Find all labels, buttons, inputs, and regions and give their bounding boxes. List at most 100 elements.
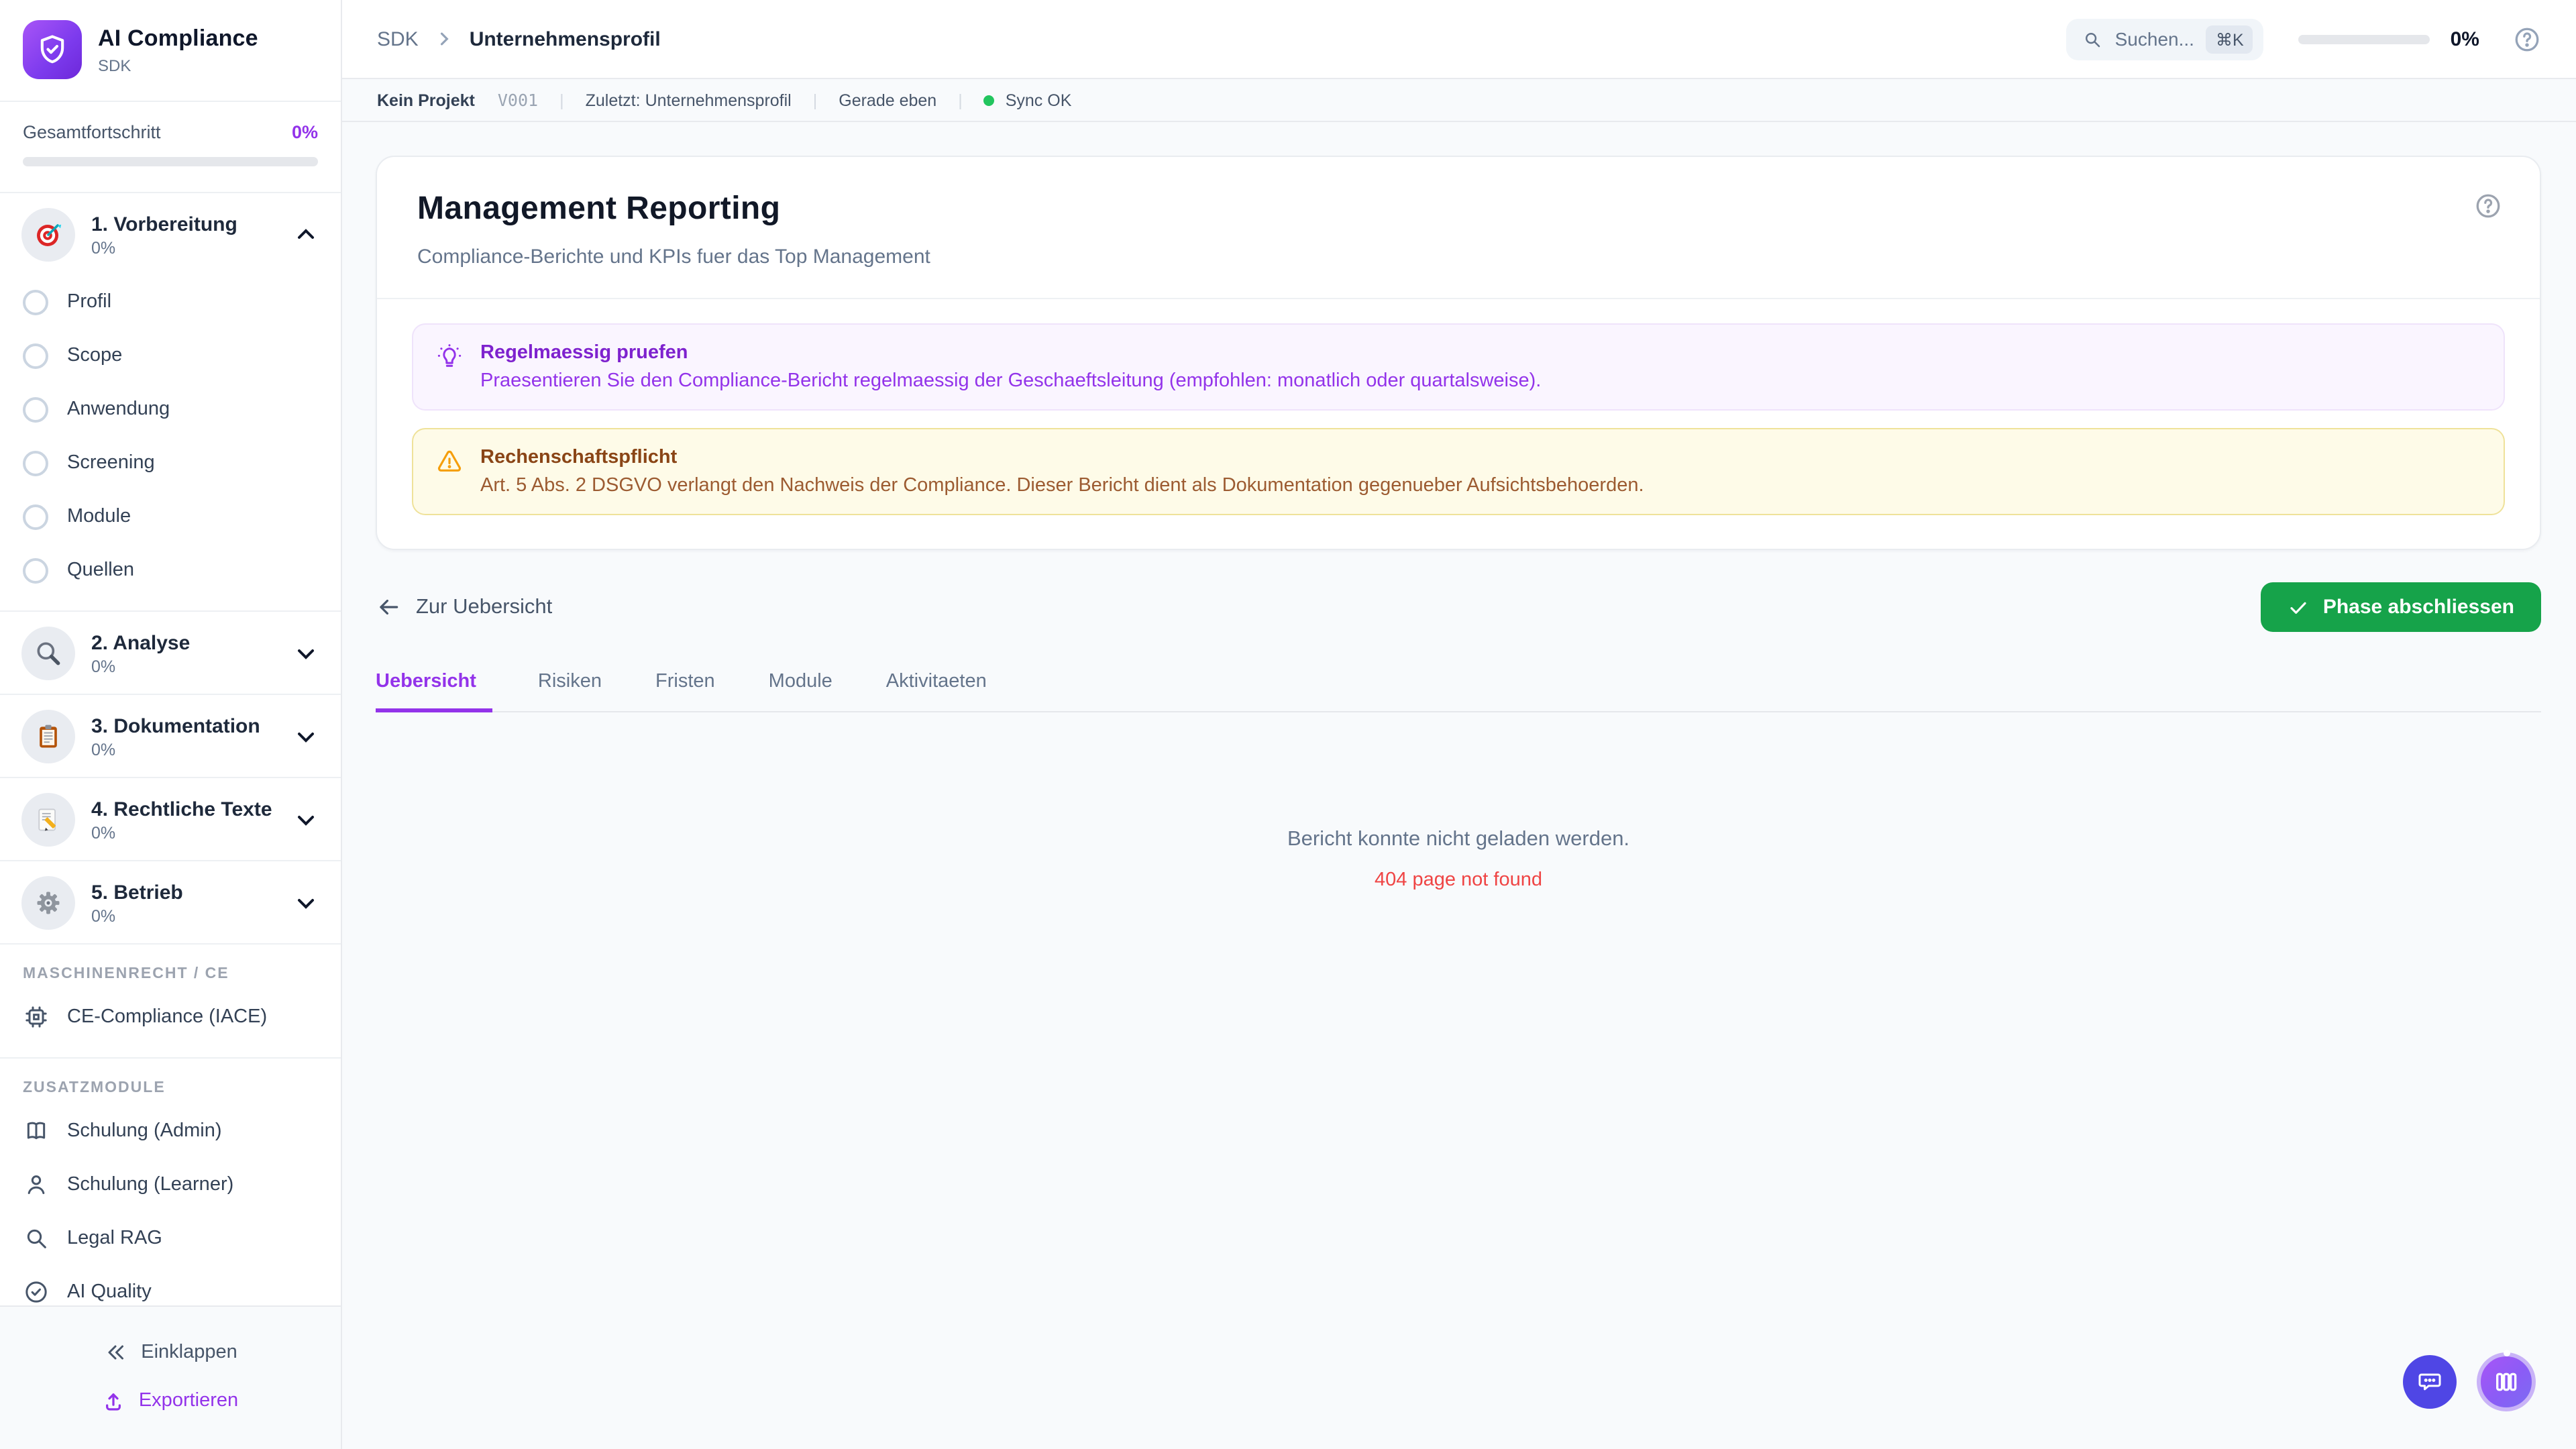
lightbulb-icon <box>436 343 463 370</box>
empty-state-message: Bericht konnte nicht geladen werden. <box>1287 828 1630 851</box>
complete-phase-button[interactable]: Phase abschliessen <box>2261 582 2541 632</box>
user-icon <box>28 1175 45 1194</box>
overall-progress: Gesamtfortschritt 0% <box>0 102 341 193</box>
sidebar-item-schulung-learner[interactable]: Schulung (Learner) <box>0 1158 341 1212</box>
tab-uebersicht[interactable]: Uebersicht <box>376 671 492 712</box>
phase-group-betrieb: 5. Betrieb 0% <box>0 861 341 945</box>
sidebar-nav: 1. Vorbereitung 0% Profil Scope Anwendun… <box>0 193 341 1305</box>
sidebar: AI Compliance SDK Gesamtfortschritt 0% 1… <box>0 0 342 1449</box>
help-circle-icon <box>2515 27 2539 51</box>
section-maschinenrecht: MASCHINENRECHT / CE CE-Compliance (IACE) <box>0 945 341 1059</box>
page-subtitle: Compliance-Berichte und KPIs fuer das To… <box>417 246 930 268</box>
help-circle-icon <box>2476 194 2500 218</box>
panel-fab-button[interactable] <box>2477 1350 2536 1411</box>
sidebar-item-legal-rag[interactable]: Legal RAG <box>0 1212 341 1265</box>
phase-label: 3. Dokumentation <box>91 714 260 737</box>
app-brand: AI Compliance SDK <box>0 0 341 102</box>
section-zusatzmodule: ZUSATZMODULE Schulung (Admin) Schulung (… <box>0 1059 341 1305</box>
chat-fab-button[interactable] <box>2403 1355 2457 1409</box>
overall-progress-bar <box>23 157 318 166</box>
export-button[interactable]: Exportieren <box>0 1377 341 1425</box>
sidebar-item-profil[interactable]: Profil <box>0 275 341 329</box>
chevron-right-icon <box>440 32 449 46</box>
phase-label: 1. Vorbereitung <box>91 213 237 235</box>
double-chevron-left-icon <box>108 1345 124 1360</box>
section-header-maschinenrecht: MASCHINENRECHT / CE <box>23 966 229 982</box>
sidebar-phase-vorbereitung[interactable]: 1. Vorbereitung 0% <box>0 193 341 275</box>
sidebar-item-anwendung[interactable]: Anwendung <box>0 382 341 436</box>
collapse-label: Einklappen <box>141 1342 237 1363</box>
tab-aktivitaeten[interactable]: Aktivitaeten <box>886 671 995 712</box>
sidebar-item-quellen[interactable]: Quellen <box>0 543 341 597</box>
memo-pencil-icon <box>21 793 75 847</box>
sidebar-item-label: CE-Compliance (IACE) <box>67 1006 268 1028</box>
search-icon <box>27 1229 46 1248</box>
tab-module[interactable]: Module <box>769 671 841 712</box>
radio-circle-icon <box>23 504 48 529</box>
sidebar-item-screening[interactable]: Screening <box>0 436 341 490</box>
radio-circle-icon <box>23 289 48 315</box>
last-saved-label: Zuletzt: <box>585 91 641 109</box>
app-title: AI Compliance <box>98 25 258 50</box>
tab-risiken[interactable]: Risiken <box>538 671 610 712</box>
sidebar-phase-betrieb[interactable]: 5. Betrieb 0% <box>0 861 341 943</box>
sidebar-item-scope[interactable]: Scope <box>0 329 341 382</box>
sidebar-item-label: Schulung (Learner) <box>67 1174 234 1195</box>
tab-fristen[interactable]: Fristen <box>655 671 723 712</box>
search-input[interactable]: Suchen... ⌘K <box>2066 18 2264 60</box>
search-placeholder: Suchen... <box>2114 28 2194 50</box>
notice-text: Art. 5 Abs. 2 DSGVO verlangt den Nachwei… <box>480 475 1644 496</box>
upload-icon <box>106 1393 121 1410</box>
sidebar-item-label: Quellen <box>67 559 134 581</box>
sidebar-item-module[interactable]: Module <box>0 490 341 543</box>
check-circle-icon <box>25 1281 47 1303</box>
radio-circle-icon <box>23 396 48 422</box>
notice-title: Rechenschaftspflicht <box>480 447 678 468</box>
notice-title: Regelmaessig pruefen <box>480 342 688 364</box>
radio-circle-icon <box>23 557 48 583</box>
magnifier-icon <box>21 627 75 680</box>
sidebar-phase-analyse[interactable]: 2. Analyse 0% <box>0 612 341 694</box>
sidebar-phase-rechtliche-texte[interactable]: 4. Rechtliche Texte 0% <box>0 778 341 860</box>
topbar-progress-bar <box>2298 34 2430 44</box>
overall-progress-label: Gesamtfortschritt <box>23 122 161 142</box>
app-root: AI Compliance SDK Gesamtfortschritt 0% 1… <box>0 0 2576 1449</box>
content: Management Reporting Compliance-Berichte… <box>342 122 2576 1449</box>
shield-check-logo-icon <box>23 20 82 79</box>
search-icon <box>2086 32 2100 47</box>
columns-icon <box>2496 1373 2517 1391</box>
sidebar-item-ce-compliance[interactable]: CE-Compliance (IACE) <box>0 990 341 1044</box>
back-to-overview-link[interactable]: Zur Uebersicht <box>376 594 552 620</box>
separator: | <box>812 91 818 109</box>
phase-percent: 0% <box>91 823 116 842</box>
page-header-card: Management Reporting Compliance-Berichte… <box>376 156 2541 550</box>
phase-percent: 0% <box>91 906 116 925</box>
separator: | <box>958 91 963 109</box>
sidebar-item-schulung-admin[interactable]: Schulung (Admin) <box>0 1104 341 1158</box>
phase-label: 4. Rechtliche Texte <box>91 798 272 820</box>
app-subtitle: SDK <box>98 56 131 74</box>
collapse-sidebar-button[interactable]: Einklappen <box>0 1328 341 1377</box>
phase-group-vorbereitung: 1. Vorbereitung 0% Profil Scope Anwendun… <box>0 193 341 612</box>
section-header-zusatzmodule: ZUSATZMODULE <box>23 1080 166 1096</box>
phase-percent: 0% <box>91 657 116 676</box>
clipboard-icon <box>21 710 75 763</box>
chevron-down-icon <box>298 899 314 909</box>
sidebar-item-label: AI Quality <box>67 1281 152 1303</box>
card-help-button[interactable] <box>2474 192 2502 220</box>
back-label: Zur Uebersicht <box>416 595 553 618</box>
last-saved-value: Unternehmensprofil <box>645 91 792 109</box>
sidebar-item-label: Module <box>67 506 131 527</box>
sidebar-phase-dokumentation[interactable]: 3. Dokumentation 0% <box>0 695 341 777</box>
notice-tip: Regelmaessig pruefen Praesentieren Sie d… <box>412 323 2505 411</box>
breadcrumb-root[interactable]: SDK <box>377 28 419 50</box>
warning-triangle-icon <box>436 448 463 475</box>
help-button[interactable] <box>2513 25 2541 53</box>
target-icon <box>21 208 75 262</box>
sidebar-item-ai-quality[interactable]: AI Quality <box>0 1265 341 1305</box>
notice-text: Praesentieren Sie den Compliance-Bericht… <box>480 370 1542 392</box>
chip-icon <box>25 1006 47 1028</box>
sidebar-item-label: Anwendung <box>67 398 170 420</box>
chat-bubble-icon <box>2418 1373 2441 1391</box>
phase-group-rechtliche-texte: 4. Rechtliche Texte 0% <box>0 778 341 861</box>
